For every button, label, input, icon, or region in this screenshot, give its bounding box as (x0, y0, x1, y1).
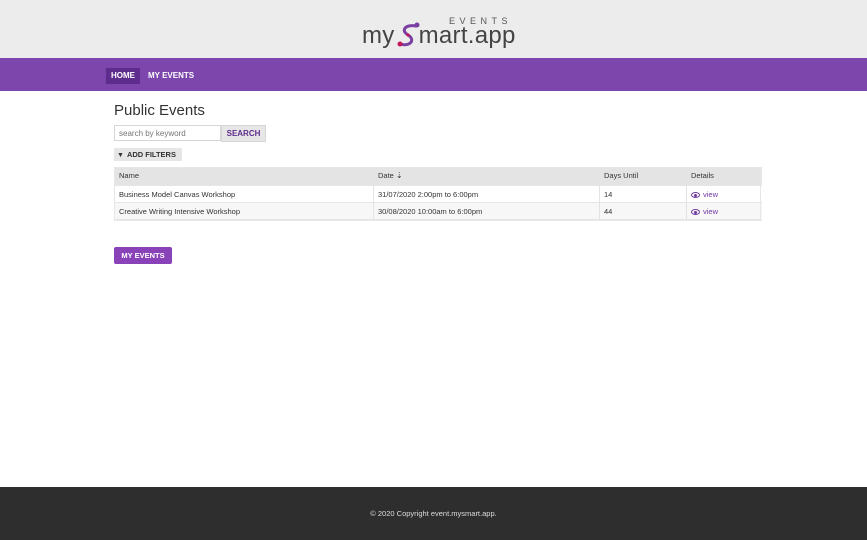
add-filters-button[interactable]: ▼ ADD FILTERS (114, 148, 182, 161)
table-row: Business Model Canvas Workshop 31/07/202… (114, 185, 762, 203)
view-link[interactable]: view (691, 186, 751, 204)
table-row: Creative Writing Intensive Workshop 30/0… (114, 203, 762, 221)
event-days-until: 14 (604, 190, 613, 199)
view-link-label[interactable]: view (703, 207, 718, 216)
filter-icon: ▼ (117, 152, 124, 159)
header-date-label: Date (378, 171, 394, 180)
header-details: Details (691, 171, 714, 180)
event-date: 30/08/2020 10:00am to 6:00pm (378, 207, 483, 216)
header-days-until[interactable]: Days Until (604, 167, 684, 185)
eye-icon (691, 192, 700, 199)
logo-part-my: my (362, 22, 395, 49)
mysmart-logo[interactable]: EVENTS my mart.app (362, 14, 515, 50)
view-link-label[interactable]: view (703, 190, 718, 199)
nav-my-events[interactable]: MY EVENTS (143, 68, 199, 84)
header-name[interactable]: Name (119, 167, 369, 185)
event-name: Business Model Canvas Workshop (119, 190, 236, 199)
my-events-button[interactable]: MY EVENTS (114, 247, 172, 264)
site-footer: © 2020 Copyright event.mysmart.app. (0, 487, 867, 540)
column-divider (686, 167, 687, 220)
column-divider (599, 167, 600, 220)
event-date: 31/07/2020 2:00pm to 6:00pm (378, 190, 479, 199)
sort-ascending-icon[interactable]: ⇣ (396, 171, 403, 180)
site-header: EVENTS my mart.app (0, 0, 867, 58)
table-header-row: Name Date ⇣ Days Until Details (114, 167, 762, 185)
logo-wordmark: my mart.app (362, 22, 516, 50)
column-divider (373, 167, 374, 220)
logo-part-mart: mart.app (418, 22, 516, 49)
search-input[interactable] (114, 125, 221, 141)
eye-icon (691, 209, 700, 216)
add-filters-label: ADD FILTERS (126, 150, 176, 159)
event-days-until: 44 (604, 207, 613, 216)
page-title: Public Events (114, 102, 205, 119)
main-nav: HOME MY EVENTS (0, 58, 867, 91)
event-name: Creative Writing Intensive Workshop (119, 207, 241, 216)
search-button[interactable]: SEARCH (221, 125, 266, 142)
header-date[interactable]: Date ⇣ (378, 167, 598, 185)
footer-copyright: © 2020 Copyright event.mysmart.app. (370, 509, 497, 518)
nav-home[interactable]: HOME (106, 68, 140, 84)
view-link[interactable]: view (691, 203, 751, 221)
